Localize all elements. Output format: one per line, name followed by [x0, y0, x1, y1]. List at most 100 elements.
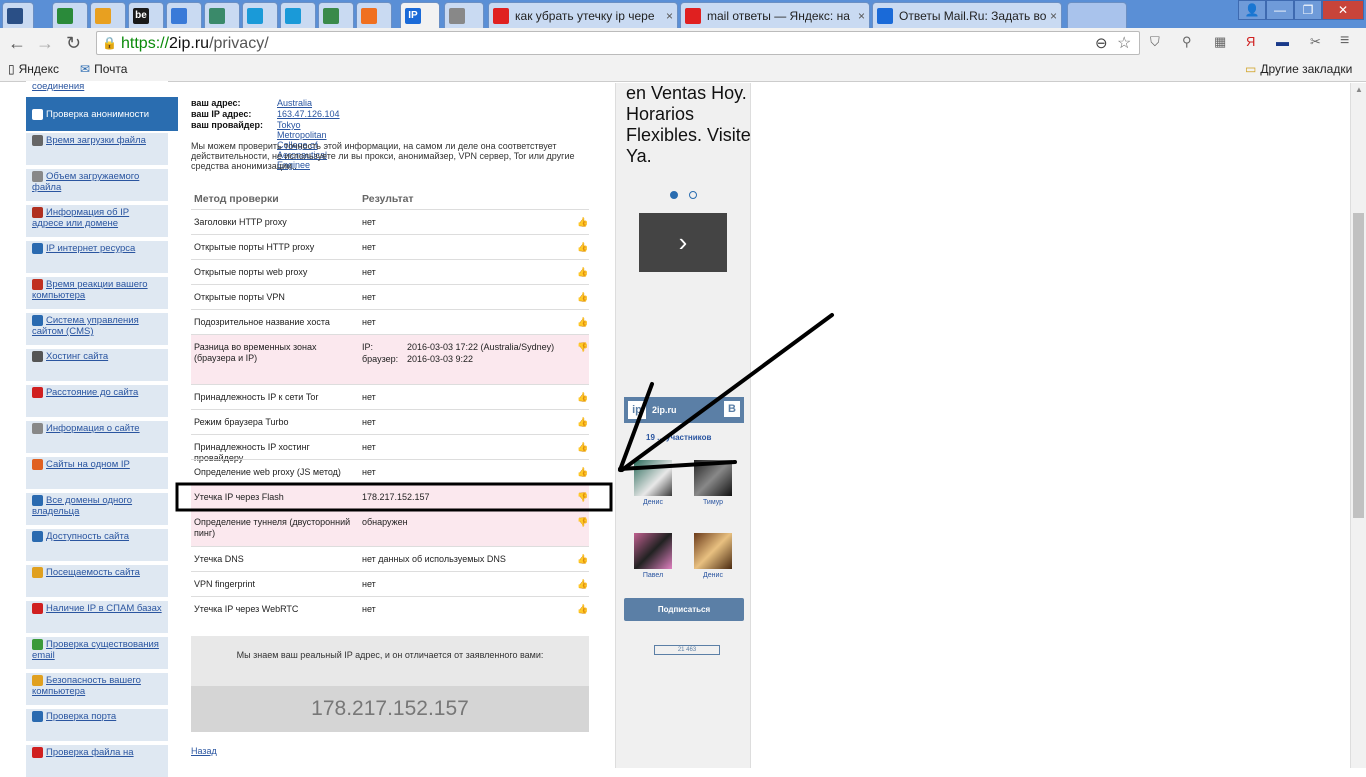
tab-title: как убрать утечку ip чере: [515, 8, 655, 23]
carousel-dot[interactable]: [689, 191, 697, 199]
sidebar-item-8[interactable]: Хостинг сайта: [26, 349, 168, 381]
sidebar-item-label: IP интернет ресурса: [46, 243, 136, 255]
check-method: Подозрительное название хоста: [194, 317, 330, 327]
sidebar-item-4[interactable]: Информация об IP адресе или домене: [26, 205, 168, 237]
close-tab-icon[interactable]: ×: [858, 9, 865, 23]
sidebar-item-label: Система управления сайтом (CMS): [32, 315, 139, 338]
sidebar-item-12[interactable]: Все домены одного владельца: [26, 493, 168, 525]
tab-8[interactable]: [318, 2, 354, 28]
page-scrollbar[interactable]: ▲: [1350, 83, 1366, 768]
scroll-up-icon[interactable]: ▲: [1355, 85, 1363, 94]
other-bookmarks[interactable]: ▭ Другие закладки: [1245, 62, 1352, 76]
check-method: Принадлежность IP к сети Tor: [194, 392, 319, 402]
visit-counter[interactable]: 21 463: [654, 645, 720, 655]
tab-7[interactable]: [280, 2, 316, 28]
right-panel: en Ventas Hoy. Horarios Flexibles. Visit…: [615, 83, 751, 768]
tab-13[interactable]: mail ответы — Яндекс: на ×: [680, 2, 870, 28]
tab-1[interactable]: [52, 2, 88, 28]
tab-0[interactable]: [2, 2, 34, 28]
sidebar-item-15[interactable]: Наличие IP в СПАМ базах: [26, 601, 168, 633]
sidebar-item-19[interactable]: Проверка файла на: [26, 745, 168, 777]
avatar-name[interactable]: Павел: [628, 572, 678, 579]
sidebar-item-10[interactable]: Информация о сайте: [26, 421, 168, 453]
tab-3[interactable]: be: [128, 2, 164, 28]
flag-icon[interactable]: ▬: [1276, 34, 1289, 49]
close-tab-icon[interactable]: ×: [666, 9, 673, 23]
sidebar-item-17[interactable]: Безопасность вашего компьютера: [26, 673, 168, 705]
url-scheme: https://: [121, 35, 170, 52]
avatar-name[interactable]: Денис: [628, 499, 678, 506]
person-icon[interactable]: 👤: [1238, 0, 1266, 20]
tab-12[interactable]: как убрать утечку ip чере ×: [488, 2, 678, 28]
shield-icon[interactable]: ⛉: [1150, 34, 1160, 50]
sidebar-item-16[interactable]: Проверка существования email: [26, 637, 168, 669]
table-row: Принадлежность IP к сети Tor нет 👍: [191, 384, 589, 409]
sidebar-item-13[interactable]: Доступность сайта: [26, 529, 168, 561]
avatar[interactable]: [694, 533, 732, 569]
tools-icon[interactable]: ✂: [1310, 34, 1321, 50]
vk-widget-header[interactable]: ip 2ip.ru В: [624, 397, 744, 423]
avatar[interactable]: [634, 460, 672, 496]
sidebar-item-0[interactable]: соединения: [26, 81, 168, 93]
stop-icon: [32, 603, 43, 614]
subscribe-button[interactable]: Подписаться: [624, 598, 744, 621]
sidebar-item-2[interactable]: Время загрузки файла: [26, 133, 168, 165]
check-result: браузер:: [362, 354, 399, 364]
reload-icon[interactable]: ↻: [66, 33, 81, 54]
real-ip-box: Мы знаем ваш реальный IP адрес, и он отл…: [191, 636, 589, 732]
carousel-dot-active[interactable]: [670, 191, 678, 199]
refresh-icon: [32, 279, 43, 290]
sidebar-item-14[interactable]: Посещаемость сайта: [26, 565, 168, 597]
avatar-name[interactable]: Денис: [688, 572, 738, 579]
bookmark-yandex[interactable]: ▯ Яндекс: [8, 62, 59, 76]
ad-next-button[interactable]: ›: [639, 213, 727, 272]
avatar[interactable]: [634, 533, 672, 569]
sidebar-item-18[interactable]: Проверка порта: [26, 709, 168, 741]
close-tab-icon[interactable]: ×: [1050, 9, 1057, 23]
address-bar[interactable]: 🔒 https://2ip.ru/privacy/ ⊖ ☆: [96, 31, 1140, 55]
sidebar-item-11[interactable]: Сайты на одном IP: [26, 457, 168, 489]
back-icon[interactable]: ←: [8, 33, 26, 54]
close-window-button[interactable]: ✕: [1322, 0, 1364, 20]
bookmark-mail[interactable]: ✉ Почта: [80, 62, 127, 76]
yandex-icon[interactable]: Я: [1246, 34, 1255, 49]
minimize-button[interactable]: —: [1266, 0, 1294, 20]
tab-9[interactable]: [356, 2, 392, 28]
tab-2[interactable]: [90, 2, 126, 28]
mail-icon: ✉: [80, 62, 91, 76]
thumbs-up-icon: 👍: [577, 554, 589, 564]
zoom-icon[interactable]: ⊖: [1095, 34, 1108, 52]
tab-10[interactable]: IP: [400, 2, 440, 28]
sidebar-item-label: Наличие IP в СПАМ базах: [46, 603, 162, 615]
search-icon[interactable]: ⚲: [1182, 34, 1192, 50]
sidebar-item-7[interactable]: Система управления сайтом (CMS): [26, 313, 168, 345]
tab-11[interactable]: [444, 2, 484, 28]
tab-4[interactable]: [166, 2, 202, 28]
tab-5[interactable]: [204, 2, 240, 28]
menu-icon[interactable]: ≡: [1340, 32, 1349, 50]
check-result: нет: [362, 392, 376, 402]
extension-icon[interactable]: ▦: [1214, 34, 1226, 50]
sidebar-item-9[interactable]: Расстояние до сайта: [26, 385, 168, 417]
maximize-button[interactable]: ❐: [1294, 0, 1322, 20]
avatar-name[interactable]: Тимур: [688, 499, 738, 506]
back-link[interactable]: Назад: [191, 746, 217, 756]
ip-link[interactable]: 163.47.126.104: [277, 109, 340, 119]
sidebar-item-3[interactable]: Объем загружаемого файла: [26, 169, 168, 201]
check-method: Открытые порты HTTP proxy: [194, 242, 315, 252]
mail-icon: [32, 639, 43, 650]
vk-members-count[interactable]: 19 ... участников: [646, 433, 711, 442]
tab-6[interactable]: [242, 2, 278, 28]
sidebar-item-1[interactable]: Проверка анонимности: [26, 97, 178, 131]
ad-text[interactable]: en Ventas Hoy. Horarios Flexibles. Visit…: [626, 83, 752, 167]
sidebar-item-6[interactable]: Время реакции вашего компьютера: [26, 277, 168, 309]
thumbs-up-icon: 👍: [577, 604, 589, 614]
scrollbar-thumb[interactable]: [1353, 213, 1364, 518]
avatar[interactable]: [694, 460, 732, 496]
tab-14[interactable]: Ответы Mail.Ru: Задать во ×: [872, 2, 1062, 28]
sidebar-item-5[interactable]: IP интернет ресурса: [26, 241, 168, 273]
new-tab-button[interactable]: [1067, 2, 1127, 28]
star-icon[interactable]: ☆: [1117, 33, 1131, 53]
address-link[interactable]: Australia: [277, 98, 312, 108]
forward-icon[interactable]: →: [36, 33, 54, 54]
